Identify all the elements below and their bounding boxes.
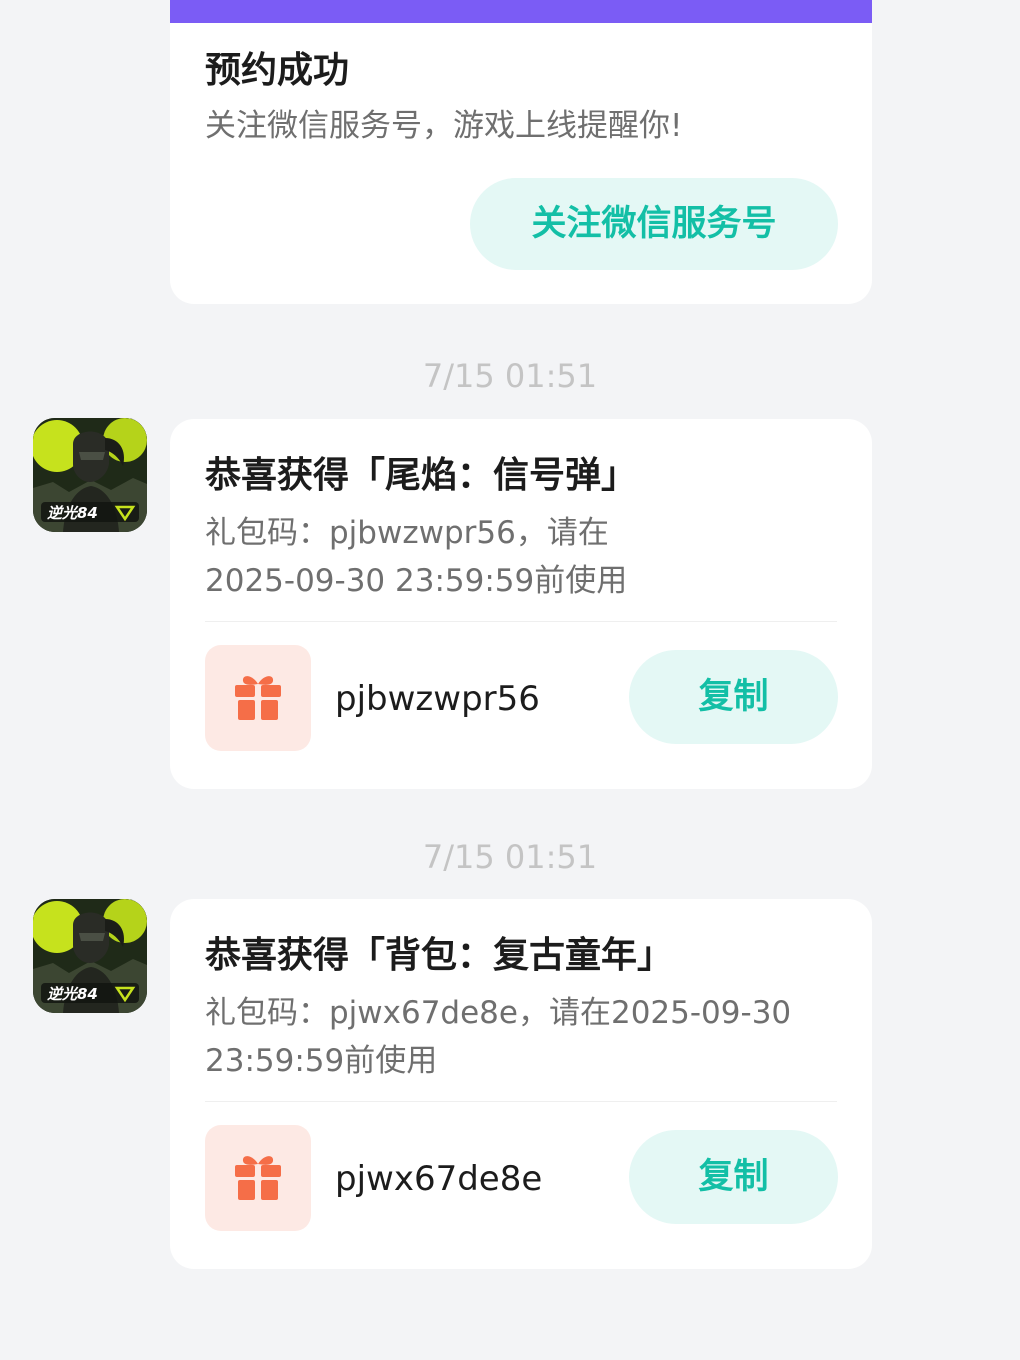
game-logo-text: 逆光84 xyxy=(47,985,98,1003)
gift-message-card: 恭喜获得「尾焰：信号弹」 礼包码：pjbwzwpr56，请在 2025-09-3… xyxy=(170,419,872,789)
gift-description-line: 23:59:59前使用 xyxy=(205,1043,438,1079)
follow-wechat-button[interactable]: 关注微信服务号 xyxy=(470,178,838,270)
gift-icon xyxy=(235,1156,281,1200)
game-avatar[interactable]: 逆光84 xyxy=(33,418,147,532)
gift-icon-box xyxy=(205,645,311,751)
gift-message-card: 恭喜获得「背包：复古童年」 礼包码：pjwx67de8e，请在2025-09-3… xyxy=(170,899,872,1269)
gift-icon xyxy=(235,676,281,720)
copy-button[interactable]: 复制 xyxy=(629,1130,838,1224)
copy-button[interactable]: 复制 xyxy=(629,650,838,744)
reservation-banner-bar xyxy=(170,0,872,23)
game-logo-text: 逆光84 xyxy=(47,504,98,522)
reservation-subtitle: 关注微信服务号，游戏上线提醒你! xyxy=(205,108,683,144)
message-timestamp: 7/15 01:51 xyxy=(422,838,598,876)
reservation-card: 预约成功 关注微信服务号，游戏上线提醒你! 关注微信服务号 xyxy=(170,0,872,304)
gift-description: 礼包码：pjwx67de8e，请在2025-09-30 23:59:59前使用 xyxy=(205,989,845,1085)
gift-code: pjbwzwpr56 xyxy=(335,679,540,719)
game-app-icon: 逆光84 xyxy=(33,418,147,532)
gift-description-line: 2025-09-30 23:59:59前使用 xyxy=(205,563,628,599)
reservation-title: 预约成功 xyxy=(205,50,350,91)
gift-description-line: 礼包码：pjwx67de8e，请在2025-09-30 xyxy=(205,995,792,1031)
gift-icon-box xyxy=(205,1125,311,1231)
gift-title: 恭喜获得「背包：复古童年」 xyxy=(205,935,674,976)
gift-description: 礼包码：pjbwzwpr56，请在 2025-09-30 23:59:59前使用 xyxy=(205,509,845,605)
message-timestamp: 7/15 01:51 xyxy=(422,357,598,395)
gift-description-line: 礼包码：pjbwzwpr56，请在 xyxy=(205,515,609,551)
gift-title: 恭喜获得「尾焰：信号弹」 xyxy=(205,455,638,496)
divider xyxy=(205,1101,837,1102)
gift-code: pjwx67de8e xyxy=(335,1159,543,1199)
divider xyxy=(205,621,837,622)
game-avatar[interactable]: 逆光84 xyxy=(33,899,147,1013)
game-app-icon: 逆光84 xyxy=(33,899,147,1013)
